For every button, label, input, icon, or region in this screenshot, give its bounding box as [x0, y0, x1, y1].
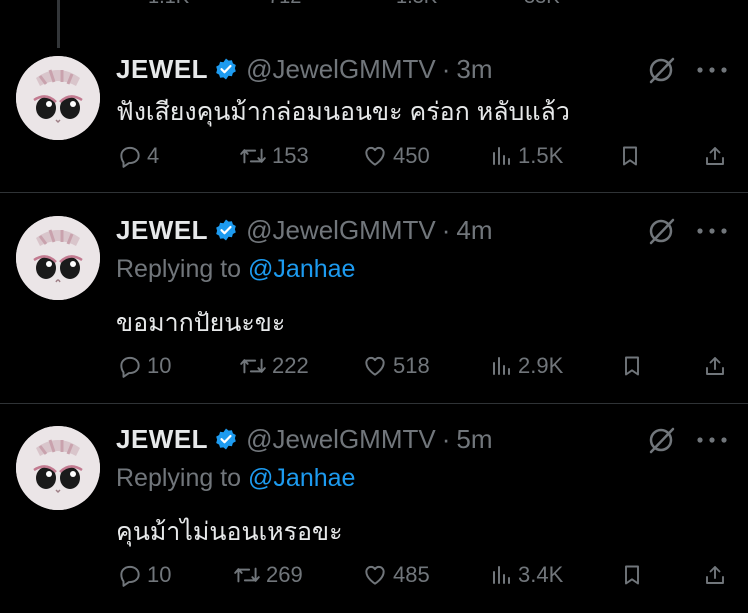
- tweet[interactable]: JEWEL @JewelGMMTV · 5m Replying to @Janh…: [0, 404, 748, 613]
- tweet-header: JEWEL @JewelGMMTV · 3m: [116, 52, 493, 86]
- replying-to-label: Replying to: [116, 464, 249, 492]
- grok-icon[interactable]: [646, 425, 676, 455]
- replying-to-line: Replying to @Janhae: [116, 464, 355, 493]
- repost-button[interactable]: 153: [238, 143, 309, 169]
- like-button[interactable]: 518: [361, 353, 430, 379]
- reply-button[interactable]: 4: [117, 143, 159, 169]
- reply-count: 10: [147, 353, 172, 378]
- more-icon[interactable]: [694, 435, 730, 445]
- grok-icon[interactable]: [646, 216, 676, 246]
- repost-button[interactable]: 269: [232, 562, 303, 588]
- share-icon: [706, 357, 724, 375]
- share-icon: [706, 147, 724, 165]
- tweet-text: ขอมากปัยนะขะ: [116, 309, 286, 337]
- tweet-text: คุนม้าไม่นอนเหรอขะ: [116, 518, 343, 546]
- views-button[interactable]: 3.4K: [490, 562, 563, 588]
- display-name[interactable]: JEWEL: [116, 424, 208, 455]
- avatar[interactable]: [16, 56, 100, 140]
- like-icon: [365, 565, 385, 585]
- share-button[interactable]: [703, 143, 727, 169]
- repost-icon: [234, 567, 260, 583]
- repost-count: 153: [272, 143, 309, 168]
- views-button[interactable]: 1.5K: [490, 143, 563, 169]
- like-icon: [365, 146, 385, 166]
- views-icon: [493, 566, 510, 584]
- repost-button[interactable]: 222: [238, 353, 309, 379]
- display-name[interactable]: JEWEL: [116, 54, 208, 85]
- tweet-header: JEWEL @JewelGMMTV · 4m: [116, 213, 493, 247]
- views-count: 2.9K: [518, 353, 564, 378]
- avatar[interactable]: [16, 216, 100, 300]
- bookmark-button[interactable]: [620, 353, 644, 379]
- grok-icon[interactable]: [646, 55, 676, 85]
- like-icon: [365, 356, 385, 376]
- share-button[interactable]: [703, 562, 727, 588]
- tweet-actions: 10 269 485 3.4K: [0, 562, 748, 592]
- views-icon: [493, 357, 510, 375]
- separator-dot: ·: [441, 423, 451, 454]
- like-count: 518: [393, 353, 430, 378]
- handle[interactable]: @JewelGMMTV: [246, 54, 436, 85]
- views-count: 1.5K: [518, 143, 564, 168]
- like-button[interactable]: 485: [361, 562, 430, 588]
- tweet-header: JEWEL @JewelGMMTV · 5m: [116, 422, 493, 456]
- handle[interactable]: @JewelGMMTV: [246, 215, 436, 246]
- reply-button[interactable]: 10: [117, 562, 171, 588]
- tweet-actions: 4 153 450 1.5K: [0, 143, 748, 173]
- separator-dot: ·: [441, 214, 451, 245]
- timestamp[interactable]: 4m: [456, 215, 492, 246]
- repost-icon: [240, 358, 266, 374]
- reply-count: 10: [147, 562, 172, 587]
- tweet[interactable]: JEWEL @JewelGMMTV · 3m ฟังเสียงคุนม้ากล่…: [0, 0, 748, 192]
- replying-to-line: Replying to @Janhae: [116, 255, 355, 284]
- like-count: 450: [393, 143, 430, 168]
- verified-badge-icon: [216, 428, 236, 450]
- replying-to-label: Replying to: [116, 255, 249, 283]
- views-icon: [493, 147, 510, 165]
- share-button[interactable]: [703, 353, 727, 379]
- share-icon: [706, 566, 724, 584]
- mention-link[interactable]: @Janhae: [248, 255, 355, 283]
- bookmark-button[interactable]: [618, 143, 642, 169]
- reply-icon: [120, 565, 140, 587]
- repost-icon: [240, 148, 266, 164]
- reply-icon: [120, 356, 140, 378]
- tweet-text: ฟังเสียงคุนม้ากล่อมนอนขะ คร่อก หลับแล้ว: [116, 98, 570, 126]
- reply-icon: [120, 146, 140, 168]
- timestamp[interactable]: 3m: [456, 54, 492, 85]
- tweet-actions: 10 222 518 2.9K: [0, 353, 748, 383]
- tweet[interactable]: JEWEL @JewelGMMTV · 4m Replying to @Janh…: [0, 193, 748, 403]
- separator-dot: ·: [441, 53, 451, 84]
- bookmark-button[interactable]: [620, 562, 644, 588]
- like-count: 485: [393, 562, 430, 587]
- bookmark-icon: [625, 565, 639, 585]
- like-button[interactable]: 450: [361, 143, 430, 169]
- handle[interactable]: @JewelGMMTV: [246, 424, 436, 455]
- reply-count: 4: [147, 143, 160, 168]
- views-button[interactable]: 2.9K: [490, 353, 563, 379]
- timestamp[interactable]: 5m: [456, 424, 492, 455]
- mention-link[interactable]: @Janhae: [248, 464, 355, 492]
- bookmark-icon: [625, 356, 639, 376]
- verified-badge-icon: [216, 58, 236, 80]
- more-icon[interactable]: [694, 226, 730, 236]
- bookmark-icon: [623, 146, 637, 166]
- verified-badge-icon: [216, 219, 236, 241]
- views-count: 3.4K: [518, 562, 564, 587]
- repost-count: 222: [272, 353, 309, 378]
- display-name[interactable]: JEWEL: [116, 215, 208, 246]
- more-icon[interactable]: [694, 65, 730, 75]
- repost-count: 269: [266, 562, 303, 587]
- reply-button[interactable]: 10: [117, 353, 171, 379]
- avatar[interactable]: [16, 426, 100, 510]
